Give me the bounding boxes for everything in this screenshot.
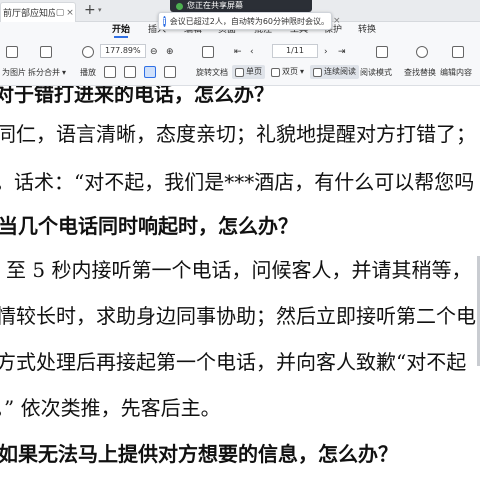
single-page-button[interactable]: 单页 (232, 65, 265, 79)
find-replace-icon[interactable] (416, 46, 428, 58)
chevron-down-icon[interactable]: ▾ (98, 6, 102, 14)
doc-paragraph-line: 。话术：“对不起，我们是***酒店，有什么可以帮您吗 (0, 170, 475, 194)
doc-paragraph-line: 方式处理后再接起第一个电话，并向客人致歉“对不起 (0, 350, 467, 374)
info-icon: i (163, 15, 166, 27)
to-image-icon[interactable] (6, 46, 18, 58)
chevron-down-icon: ▾ (300, 67, 305, 76)
screen-share-banner: 您正在共享屏幕 (170, 0, 312, 12)
doc-heading: 当几个电话同时响起时，怎么办？ (0, 214, 298, 238)
double-page-button[interactable]: 双页 ▾ (268, 65, 307, 79)
tab-home[interactable]: 开始 (112, 22, 130, 38)
find-replace-button[interactable]: 查找替换 (404, 67, 436, 78)
meeting-notice: i 会议已超过2人，自动转为60分钟限时会议。 × (158, 12, 341, 30)
new-tab-button[interactable]: + (84, 3, 96, 17)
doc-paragraph-line: 同仁，语言清晰，态度亲切；礼貌地提醒对方打错了； (0, 122, 476, 146)
last-page-icon[interactable]: ⇥ (338, 47, 346, 57)
next-page-icon[interactable]: › (324, 47, 328, 57)
rotate-doc-button[interactable]: 旋转文档 (196, 67, 228, 78)
fit-height-icon[interactable] (164, 66, 176, 78)
fit-page-icon[interactable] (124, 66, 136, 78)
page-input[interactable]: 1/11 (272, 44, 318, 58)
split-merge-label: 拆分合并 (28, 68, 60, 77)
double-page-icon (271, 67, 280, 77)
document-tab[interactable]: 前厅部应知应会 ▢ × (0, 2, 76, 22)
actual-size-icon[interactable] (144, 66, 156, 78)
doc-paragraph-line: 情较长时，求助身边同事协助；然后立即接听第二个电 (0, 304, 476, 328)
find-replace-label: 查找替换 (404, 68, 436, 77)
single-page-icon (235, 67, 244, 77)
read-mode-icon[interactable] (376, 46, 388, 58)
continuous-read-label: 连续阅读 (324, 67, 356, 76)
prev-page-icon[interactable]: ‹ (250, 47, 254, 57)
zoom-input[interactable]: 177.89% (100, 44, 146, 58)
rotate-doc-label: 旋转文档 (196, 68, 228, 77)
read-mode-label: 阅读模式 (360, 68, 392, 77)
double-page-label: 双页 (282, 67, 298, 76)
chevron-down-icon: ▾ (62, 68, 67, 77)
doc-paragraph-line: 。” 依次类推，先客后主。 (0, 396, 221, 420)
doc-heading: 如果无法马上提供对方想要的信息，怎么办？ (0, 442, 398, 466)
edit-content-label: 编辑内容 (440, 68, 472, 77)
edit-content-button[interactable]: 编辑内容 (440, 67, 472, 78)
continuous-read-icon (313, 67, 322, 77)
tab-close-icon[interactable]: × (65, 8, 75, 18)
document-tab-title: 前厅部应知应会 (3, 9, 55, 19)
document-page: 对于错打进来的电话，怎么办？ 同仁，语言清晰，态度亲切；礼貌地提醒对方打错了； … (0, 86, 480, 480)
split-merge-icon[interactable] (40, 46, 52, 58)
doc-heading: 对于错打进来的电话，怎么办？ (0, 86, 274, 106)
close-icon[interactable]: × (333, 16, 341, 26)
share-status-icon (176, 2, 183, 10)
doc-paragraph-line: 至 5 秒内接听第一个电话，问候客人，并请其稍等， (6, 258, 472, 282)
play-label: 播放 (80, 68, 96, 77)
rotate-doc-icon[interactable] (202, 46, 214, 58)
first-page-icon[interactable]: ⇤ (234, 47, 242, 57)
tab-convert[interactable]: 转换 (358, 22, 376, 38)
zoom-out-icon[interactable]: ⊖ (150, 47, 158, 57)
read-mode-button[interactable]: 阅读模式 (360, 67, 392, 78)
play-button[interactable]: 播放 (80, 67, 96, 78)
zoom-in-icon[interactable]: ⊕ (166, 47, 174, 57)
fit-width-icon[interactable] (104, 66, 116, 78)
to-image-button[interactable]: 为图片 (2, 67, 26, 78)
screen-share-label: 您正在共享屏幕 (187, 1, 243, 10)
split-merge-button[interactable]: 拆分合并 ▾ (28, 67, 66, 78)
continuous-read-button[interactable]: 连续阅读 (310, 65, 359, 79)
edit-content-icon[interactable] (452, 46, 464, 58)
play-icon[interactable] (82, 46, 94, 58)
tab-window-icon[interactable]: ▢ (55, 8, 65, 18)
toolbar: 177.89% ⊖ ⊕ ⇤ ‹ 1/11 › ⇥ 为图片 拆分合并 ▾ 播放 旋… (0, 38, 480, 86)
single-page-label: 单页 (246, 67, 262, 76)
meeting-notice-text: 会议已超过2人，自动转为60分钟限时会议。 (169, 16, 330, 26)
to-image-label: 为图片 (2, 68, 26, 77)
